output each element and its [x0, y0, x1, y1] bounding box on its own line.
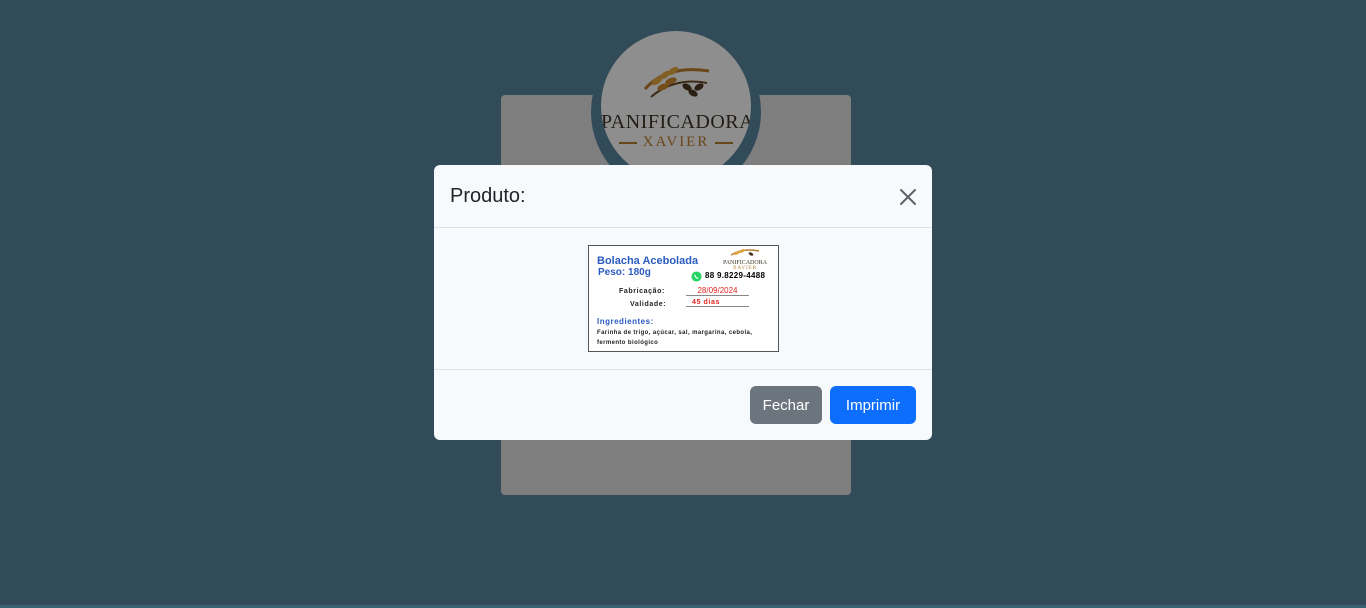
print-button[interactable]: Imprimir [830, 386, 916, 424]
modal-header: Produto: [434, 165, 932, 228]
close-button[interactable] [892, 181, 924, 213]
label-weight: Peso: 180g [598, 267, 651, 278]
product-modal: Produto: Bolacha Acebolada Peso: 180g PA… [434, 165, 932, 440]
label-validity-value: 45 dias [686, 299, 749, 307]
modal-footer: Fechar Imprimir [434, 369, 932, 440]
modal-title: Produto: [450, 185, 526, 207]
label-fabrication-date: 28/09/2024 [686, 286, 749, 296]
close-icon [900, 189, 916, 205]
label-fabrication-label: Fabricação: [619, 288, 665, 295]
label-phone: 88 9.8229-4488 [705, 271, 766, 280]
wheat-icon [730, 249, 760, 256]
product-label-preview: Bolacha Acebolada Peso: 180g PANIFICADOR… [588, 245, 779, 352]
modal-body: Bolacha Acebolada Peso: 180g PANIFICADOR… [434, 228, 932, 369]
label-ingredients-text: Farinha de trigo, açúcar, sal, margarina… [597, 330, 753, 346]
label-ingredients-title: Ingredientes: [597, 317, 654, 326]
label-validity-label: Validade: [630, 301, 667, 308]
label-product-name: Bolacha Acebolada [597, 255, 699, 267]
whatsapp-icon [691, 271, 702, 282]
close-modal-button[interactable]: Fechar [750, 386, 822, 424]
